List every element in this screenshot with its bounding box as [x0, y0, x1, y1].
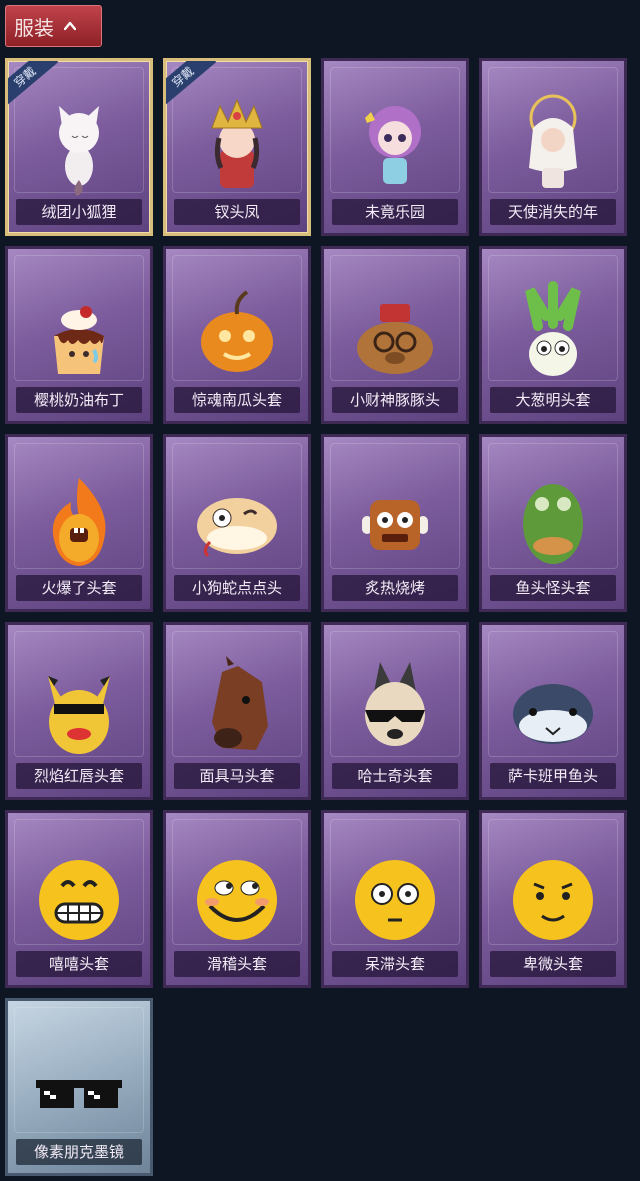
angel-icon [529, 94, 577, 188]
costume-card[interactable]: 小狗蛇点点头 [163, 434, 311, 612]
costume-card[interactable]: 炙热烧烤 [321, 434, 469, 612]
pudding-icon [54, 306, 104, 374]
doll-icon [365, 106, 421, 184]
fox-icon [59, 106, 99, 196]
fire-icon [52, 478, 106, 566]
costume-name: 萨卡班甲鱼头 [490, 763, 616, 789]
costume-name: 大葱明头套 [490, 387, 616, 413]
costume-name: 卑微头套 [490, 951, 616, 977]
costume-name: 呆滞头套 [332, 951, 458, 977]
snake-icon [197, 498, 277, 558]
blob-fish-icon [513, 684, 593, 744]
costume-card[interactable]: 惊魂南瓜头套 [163, 246, 311, 424]
costume-name: 面具马头套 [174, 763, 300, 789]
costume-name: 绒团小狐狸 [16, 199, 142, 225]
costume-card[interactable]: 呆滞头套 [321, 810, 469, 988]
stare-emoji-icon [355, 860, 435, 940]
costume-name: 天使消失的年 [490, 199, 616, 225]
costume-card[interactable]: 穿戴 钗头凤 [163, 58, 311, 236]
costume-name: 火爆了头套 [16, 575, 142, 601]
costume-card[interactable]: 鱼头怪头套 [479, 434, 627, 612]
pumpkin-icon [201, 290, 273, 372]
costume-card[interactable]: 穿戴 绒团小狐狸 [5, 58, 153, 236]
costume-name: 鱼头怪头套 [490, 575, 616, 601]
humble-emoji-icon [513, 860, 593, 940]
pixel-sunglasses-icon [36, 1080, 122, 1108]
costume-name: 像素朋克墨镜 [16, 1139, 142, 1165]
costume-card[interactable]: 滑稽头套 [163, 810, 311, 988]
costume-name: 惊魂南瓜头套 [174, 387, 300, 413]
costume-section-toggle[interactable]: 服装 [5, 5, 102, 47]
costume-card[interactable]: 天使消失的年 [479, 58, 627, 236]
costume-name: 钗头凤 [174, 199, 300, 225]
crown-girl-icon [211, 98, 263, 188]
costume-card[interactable]: 火爆了头套 [5, 434, 153, 612]
pikachu-mask-icon [48, 676, 110, 754]
costume-name: 哈士奇头套 [332, 763, 458, 789]
capybara-icon [357, 304, 433, 374]
costume-card[interactable]: 萨卡班甲鱼头 [479, 622, 627, 800]
chevron-up-icon [64, 21, 76, 31]
grin-emoji-icon [39, 860, 119, 940]
costume-card[interactable]: 大葱明头套 [479, 246, 627, 424]
costume-card[interactable]: 面具马头套 [163, 622, 311, 800]
costume-card[interactable]: 樱桃奶油布丁 [5, 246, 153, 424]
costume-name: 小财神豚豚头 [332, 387, 458, 413]
funny-emoji-icon [197, 860, 277, 940]
horse-mask-icon [212, 656, 268, 750]
costume-name: 嘻嘻头套 [16, 951, 142, 977]
costume-card[interactable]: 卑微头套 [479, 810, 627, 988]
fish-mask-icon [523, 484, 583, 564]
costume-name: 未竟乐园 [332, 199, 458, 225]
costume-card[interactable]: 烈焰红唇头套 [5, 622, 153, 800]
costume-name: 小狗蛇点点头 [174, 575, 300, 601]
meat-icon [362, 500, 428, 550]
costume-name: 烈焰红唇头套 [16, 763, 142, 789]
scallion-icon [525, 281, 581, 376]
husky-mask-icon [365, 662, 425, 746]
costume-grid: 穿戴 绒团小狐狸 穿戴 钗头凤 未竟乐园 天使消失的年樱桃奶油布丁 惊魂南瓜头套 小财神豚豚头… [5, 58, 637, 1176]
costume-card[interactable]: 小财神豚豚头 [321, 246, 469, 424]
costume-name: 滑稽头套 [174, 951, 300, 977]
costume-card[interactable]: 哈士奇头套 [321, 622, 469, 800]
costume-name: 炙热烧烤 [332, 575, 458, 601]
costume-card[interactable]: 嘻嘻头套 [5, 810, 153, 988]
costume-name: 樱桃奶油布丁 [16, 387, 142, 413]
costume-card[interactable]: 像素朋克墨镜 [5, 998, 153, 1176]
section-title: 服装 [14, 15, 54, 40]
costume-card[interactable]: 未竟乐园 [321, 58, 469, 236]
